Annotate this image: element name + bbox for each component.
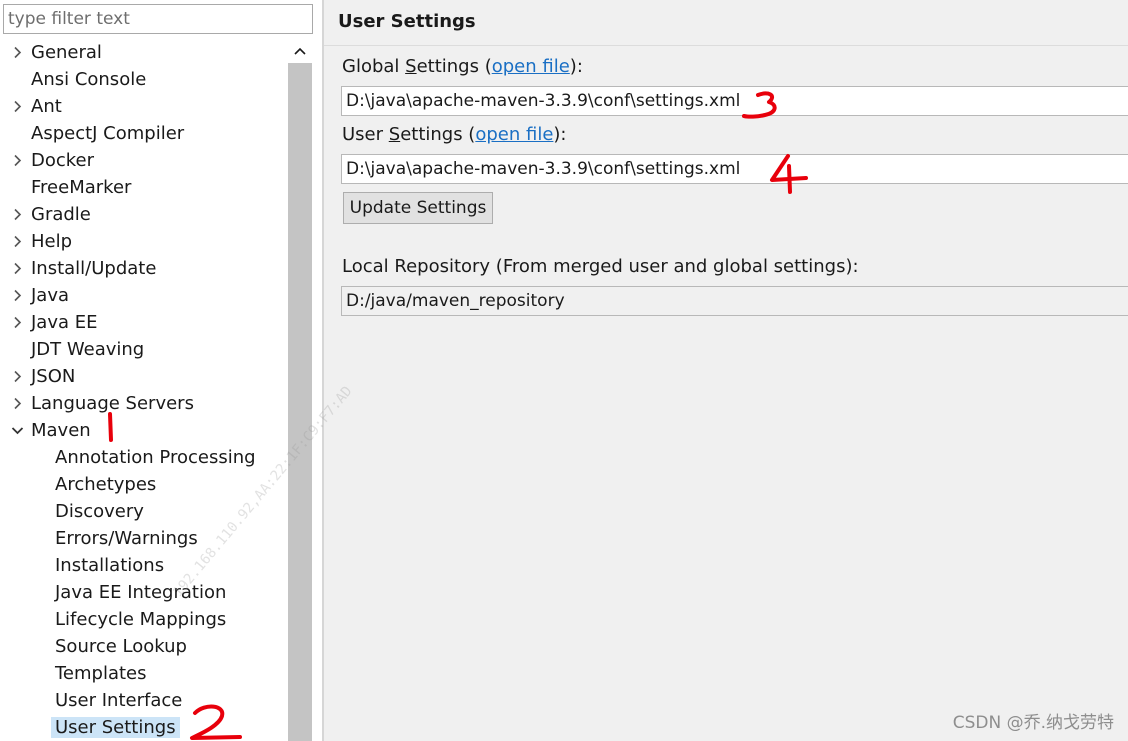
- tree-item-label: Java EE: [31, 312, 98, 333]
- chevron-right-icon: [13, 208, 21, 221]
- tree-item-label: Docker: [31, 150, 95, 171]
- tree-item-general[interactable]: General: [0, 39, 288, 66]
- collapse-toggle[interactable]: [9, 417, 25, 444]
- tree-item-annotation-processing[interactable]: Annotation Processing: [0, 444, 288, 471]
- tree-item-json[interactable]: JSON: [0, 363, 288, 390]
- tree-item-label: User Settings: [51, 717, 180, 738]
- tree-item-label: Help: [31, 231, 73, 252]
- tree-item-label: JSON: [31, 366, 76, 387]
- preferences-navigation: General Ansi Console Ant AspectJ Compiler Do…: [0, 0, 318, 741]
- tree-item-jdt-weaving[interactable]: JDT Weaving: [0, 336, 288, 363]
- tree-item-java[interactable]: Java: [0, 282, 288, 309]
- tree-item-ansi-console[interactable]: Ansi Console: [0, 66, 288, 93]
- tree-item-installations[interactable]: Installations: [0, 552, 288, 579]
- tree-item-language-servers[interactable]: Language Servers: [0, 390, 288, 417]
- local-repository-field: [341, 286, 1128, 316]
- expand-toggle[interactable]: [9, 93, 25, 120]
- expand-toggle[interactable]: [9, 309, 25, 336]
- chevron-right-icon: [13, 397, 21, 410]
- user-settings-open-file-link[interactable]: open file: [475, 124, 553, 145]
- tree-item-source-lookup[interactable]: Source Lookup: [0, 633, 288, 660]
- expand-toggle[interactable]: [9, 147, 25, 174]
- tree-item-discovery[interactable]: Discovery: [0, 498, 288, 525]
- tree-item-lifecycle-mappings[interactable]: Lifecycle Mappings: [0, 606, 288, 633]
- tree-item-label: Gradle: [31, 204, 91, 225]
- tree-item-label: Maven: [31, 420, 91, 441]
- tree-item-docker[interactable]: Docker: [0, 147, 288, 174]
- scroll-up-button[interactable]: [288, 39, 312, 63]
- expand-toggle[interactable]: [9, 255, 25, 282]
- tree-item-aspectj-compiler[interactable]: AspectJ Compiler: [0, 120, 288, 147]
- tree-item-label: JDT Weaving: [31, 339, 145, 360]
- user-settings-field[interactable]: [341, 154, 1128, 184]
- chevron-right-icon: [13, 100, 21, 113]
- chevron-right-icon: [13, 370, 21, 383]
- tree-item-user-interface[interactable]: User Interface: [0, 687, 288, 714]
- tree-item-label: Java EE Integration: [55, 582, 227, 603]
- tree-item-label: Templates: [55, 663, 147, 684]
- filter-input[interactable]: [3, 4, 313, 34]
- user-settings-label: User Settings (open file):: [342, 124, 567, 145]
- tree-scrollbar[interactable]: [288, 39, 312, 741]
- tree-item-label: FreeMarker: [31, 177, 132, 198]
- tree-item-templates[interactable]: Templates: [0, 660, 288, 687]
- tree-item-label: User Interface: [55, 690, 183, 711]
- tree-item-help[interactable]: Help: [0, 228, 288, 255]
- page-title: User Settings: [338, 11, 476, 32]
- chevron-up-icon: [294, 47, 306, 55]
- expand-toggle[interactable]: [9, 390, 25, 417]
- preferences-tree: General Ansi Console Ant AspectJ Compiler Do…: [0, 39, 288, 741]
- preferences-window: General Ansi Console Ant AspectJ Compiler Do…: [0, 0, 1128, 741]
- tree-item-install-update[interactable]: Install/Update: [0, 255, 288, 282]
- tree-item-label: Archetypes: [55, 474, 157, 495]
- tree-item-errors-warnings[interactable]: Errors/Warnings: [0, 525, 288, 552]
- tree-item-label: AspectJ Compiler: [31, 123, 185, 144]
- tree-item-freemarker[interactable]: FreeMarker: [0, 174, 288, 201]
- scroll-thumb[interactable]: [288, 63, 312, 741]
- chevron-right-icon: [13, 262, 21, 275]
- tree-item-label: Language Servers: [31, 393, 194, 414]
- global-settings-open-file-link[interactable]: open file: [492, 56, 570, 77]
- local-repository-label: Local Repository (From merged user and g…: [342, 256, 859, 277]
- update-settings-button[interactable]: Update Settings: [343, 192, 493, 224]
- expand-toggle[interactable]: [9, 282, 25, 309]
- page-header: User Settings: [324, 0, 1128, 46]
- chevron-right-icon: [13, 46, 21, 59]
- tree-item-label: Errors/Warnings: [55, 528, 198, 549]
- tree-item-label: Ant: [31, 96, 62, 117]
- expand-toggle[interactable]: [9, 39, 25, 66]
- tree-item-label: Source Lookup: [55, 636, 187, 657]
- tree-item-java-ee[interactable]: Java EE: [0, 309, 288, 336]
- chevron-right-icon: [13, 235, 21, 248]
- tree-item-archetypes[interactable]: Archetypes: [0, 471, 288, 498]
- chevron-right-icon: [13, 289, 21, 302]
- tree-item-ant[interactable]: Ant: [0, 93, 288, 120]
- tree-item-label: Installations: [55, 555, 165, 576]
- chevron-right-icon: [13, 154, 21, 167]
- global-settings-label: Global Settings (open file):: [342, 56, 583, 77]
- chevron-right-icon: [13, 316, 21, 329]
- expand-toggle[interactable]: [9, 201, 25, 228]
- tree-item-label: Lifecycle Mappings: [55, 609, 227, 630]
- tree-item-maven[interactable]: Maven: [0, 417, 288, 444]
- tree-item-label: Java: [31, 285, 70, 306]
- expand-toggle[interactable]: [9, 228, 25, 255]
- global-settings-field[interactable]: [341, 86, 1128, 116]
- expand-toggle[interactable]: [9, 363, 25, 390]
- tree-item-user-settings[interactable]: User Settings: [0, 714, 288, 741]
- tree-item-gradle[interactable]: Gradle: [0, 201, 288, 228]
- chevron-down-icon: [11, 427, 23, 435]
- tree-item-label: General: [31, 42, 102, 63]
- tree-item-label: Discovery: [55, 501, 144, 522]
- settings-page: User Settings Global Settings (open file…: [324, 0, 1128, 741]
- tree-item-java-ee-integration[interactable]: Java EE Integration: [0, 579, 288, 606]
- tree-item-label: Install/Update: [31, 258, 157, 279]
- tree-item-label: Ansi Console: [31, 69, 147, 90]
- tree-item-label: Annotation Processing: [55, 447, 256, 468]
